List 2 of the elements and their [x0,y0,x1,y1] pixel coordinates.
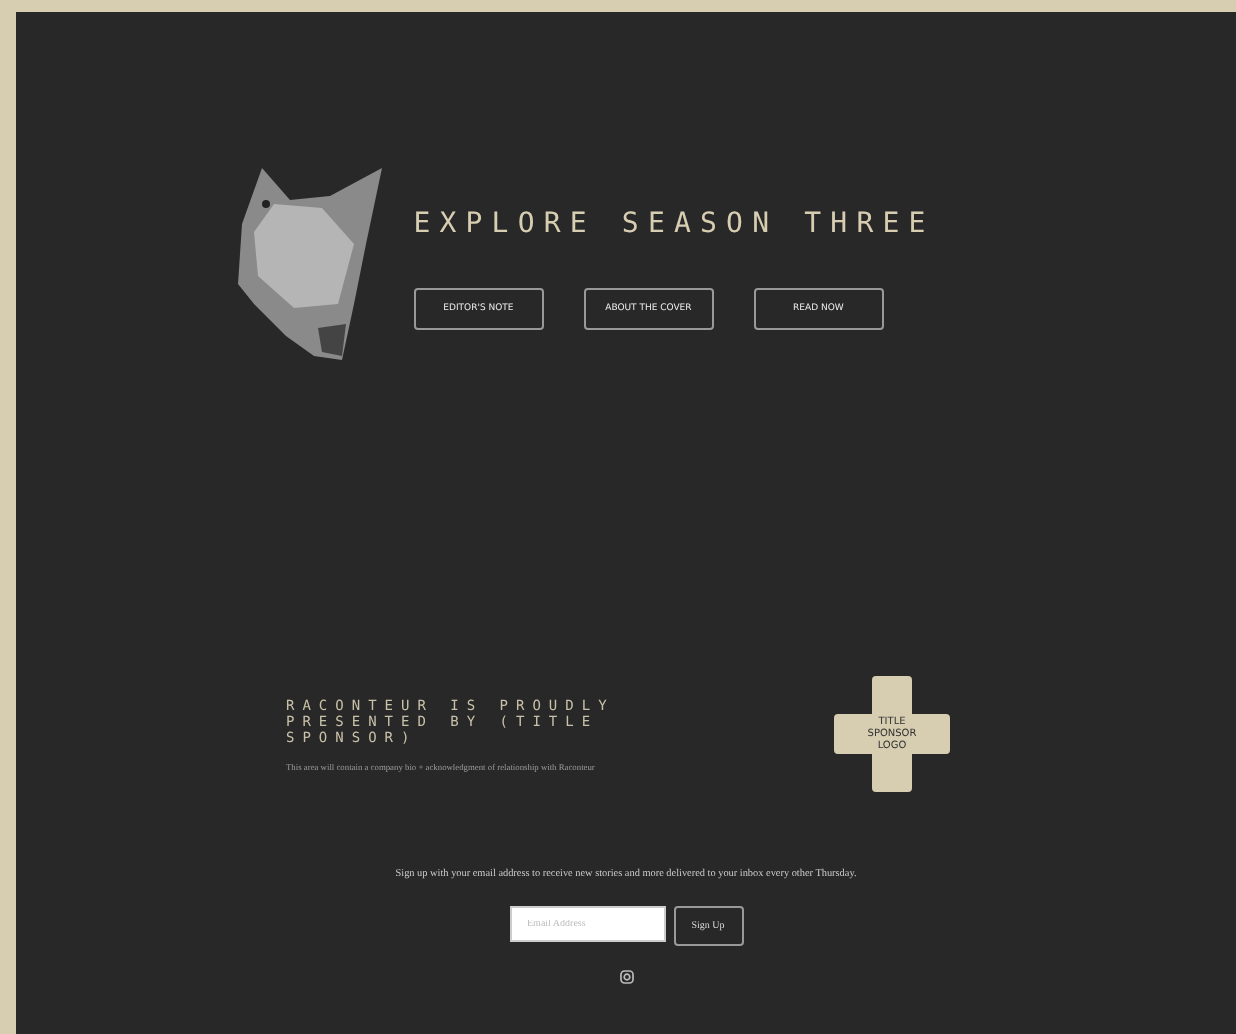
hero-title: EXPLORE SEASON THREE [413,208,935,240]
instagram-icon[interactable] [619,970,633,984]
